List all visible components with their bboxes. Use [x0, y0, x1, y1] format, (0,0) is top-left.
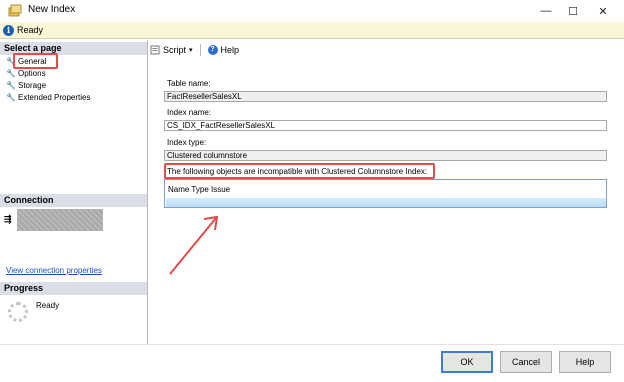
maximize-button[interactable]: ☐ — [558, 0, 588, 22]
chevron-down-icon: ▾ — [189, 47, 193, 54]
minimize-button[interactable]: — — [531, 0, 561, 22]
page-item-label: Extended Properties — [18, 93, 91, 102]
close-button[interactable]: ✕ — [588, 0, 618, 22]
ok-button[interactable]: OK — [441, 351, 493, 373]
page-item-options[interactable]: 🔧 Options — [6, 68, 46, 79]
script-button[interactable]: Script ▾ — [150, 45, 193, 55]
progress-header: Progress — [0, 282, 147, 295]
index-name-label: Index name: — [167, 108, 212, 117]
toolbar: Script ▾ ? Help — [150, 42, 239, 58]
info-icon: i — [3, 25, 14, 36]
wrench-icon: 🔧 — [6, 69, 16, 78]
wrench-icon: 🔧 — [6, 93, 16, 102]
connection-header: Connection — [0, 194, 147, 207]
wrench-icon: 🔧 — [6, 81, 16, 90]
page-item-storage[interactable]: 🔧 Storage — [6, 80, 46, 91]
title-bar: New Index — ☐ ✕ — [0, 0, 624, 22]
incompatible-label-highlight — [164, 163, 435, 179]
index-type-label: Index type: — [167, 138, 207, 147]
redacted-connection-info — [17, 209, 103, 231]
grid-selected-row[interactable] — [166, 198, 606, 207]
progress-spinner-icon — [8, 302, 28, 322]
script-icon — [150, 45, 160, 55]
table-name-field: FactResellerSalesXL — [164, 91, 607, 102]
app-icon — [8, 4, 22, 17]
toolbar-divider — [199, 44, 201, 56]
help-icon: ? — [207, 45, 218, 55]
script-label: Script — [163, 45, 187, 55]
left-pane: Select a page 🔧 General 🔧 Options 🔧 Stor… — [0, 40, 148, 344]
view-connection-properties-link[interactable]: View connection properties — [6, 266, 102, 275]
grid-header: Name Type Issue — [168, 185, 231, 194]
index-type-field: Clustered columnstore — [164, 150, 607, 161]
status-bar: i Ready — [0, 22, 624, 39]
status-text: Ready — [17, 25, 44, 35]
incompatible-objects-grid[interactable]: Name Type Issue — [164, 179, 607, 208]
footer-divider — [0, 344, 624, 345]
page-item-extended-properties[interactable]: 🔧 Extended Properties — [6, 92, 91, 103]
help-label: Help — [220, 45, 240, 55]
progress-text: Ready — [36, 301, 60, 310]
help-button[interactable]: Help — [559, 351, 611, 373]
window-title: New Index — [28, 4, 76, 15]
page-item-label: Options — [18, 69, 46, 78]
page-item-label: Storage — [18, 81, 47, 90]
general-highlight — [13, 53, 58, 69]
help-toolbar-button[interactable]: ? Help — [207, 45, 240, 55]
annotation-arrow-icon — [169, 215, 219, 275]
connection-icon: ⇶ — [4, 214, 12, 224]
cancel-button[interactable]: Cancel — [500, 351, 552, 373]
index-name-field[interactable]: CS_IDX_FactResellerSalesXL — [164, 120, 607, 131]
table-name-label: Table name: — [167, 79, 211, 88]
